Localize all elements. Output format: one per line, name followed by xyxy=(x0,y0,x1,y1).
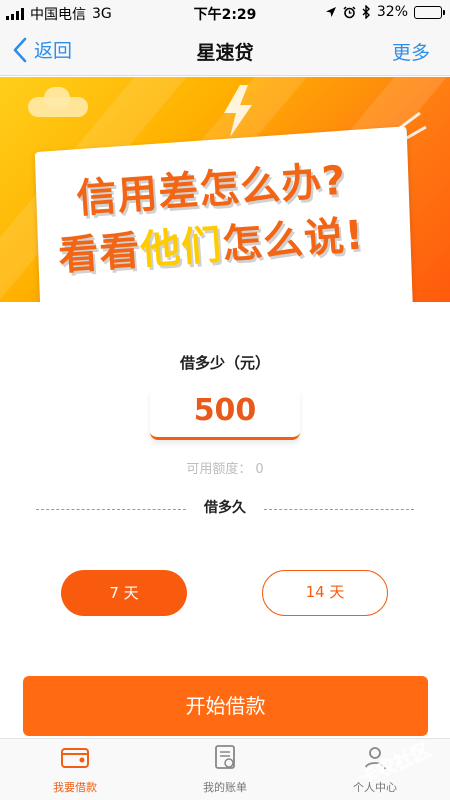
period-7-days-button[interactable]: 7 天 xyxy=(61,570,187,616)
credit-label: 可用额度： xyxy=(186,462,252,477)
tab-borrow[interactable]: 我要借款 xyxy=(0,739,150,800)
wallet-icon xyxy=(61,748,89,768)
battery-percent: 32% xyxy=(376,4,408,20)
bill-icon xyxy=(215,745,235,769)
bluetooth-icon xyxy=(362,5,370,19)
page-title: 星速贷 xyxy=(196,42,254,64)
battery-icon xyxy=(414,5,445,19)
start-loan-button[interactable]: 开始借款 xyxy=(23,676,428,736)
nav-bar: 返回 星速贷 更多 xyxy=(0,26,450,76)
credit-value: 0 xyxy=(255,462,264,477)
banner-speech-card: 信用差怎么办? 看看他们怎么说! xyxy=(34,126,414,302)
divider xyxy=(264,509,414,510)
credit-limit: 可用额度： 0 xyxy=(0,458,450,477)
period-header: 借多久 xyxy=(36,497,414,521)
status-bar: 中国电信 3G 下午2:29 32% xyxy=(0,0,450,26)
more-button[interactable]: 更多 xyxy=(392,38,430,65)
tab-bills-label: 我的账单 xyxy=(203,781,247,794)
cloud-decoration xyxy=(44,87,70,109)
location-icon xyxy=(325,7,336,17)
amount-label: 借多少（元） xyxy=(179,354,270,372)
amount-value: 500 xyxy=(193,393,257,428)
period-14-days-button[interactable]: 14 天 xyxy=(262,570,388,616)
promo-banner[interactable]: 信用差怎么办? 看看他们怎么说! xyxy=(0,77,450,302)
watermark-logo: 卡农社区 xyxy=(355,742,435,782)
tab-bills[interactable]: 我的账单 xyxy=(150,739,300,800)
period-label: 借多久 xyxy=(204,500,246,516)
watermark-text: 卡农社区 xyxy=(356,742,435,782)
lightning-decoration xyxy=(224,85,252,137)
amount-input[interactable]: 500 xyxy=(150,390,300,440)
status-right: 32% xyxy=(325,4,445,20)
alarm-icon xyxy=(343,5,356,18)
tab-borrow-label: 我要借款 xyxy=(53,781,97,794)
